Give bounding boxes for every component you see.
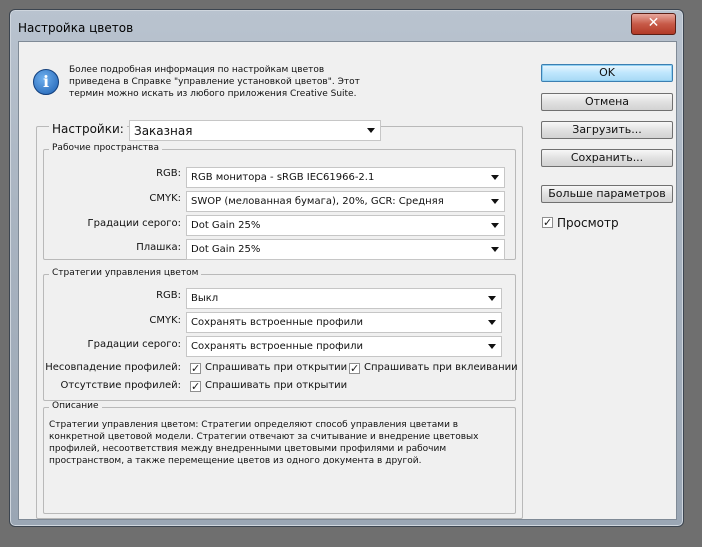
info-line: Более подробная информация по настройкам… (69, 65, 325, 75)
title-bar[interactable]: Настройка цветов ✕ (10, 10, 683, 40)
policy-rgb-select[interactable]: Выкл (186, 288, 502, 309)
description-text: Стратегии управления цветом: Стратегии о… (49, 419, 478, 467)
workspace-spot-label: Плашка: (136, 242, 181, 253)
policy-rgb-label: RGB: (156, 290, 181, 301)
description-line: Стратегии управления цветом: Стратегии о… (49, 420, 459, 430)
cancel-button[interactable]: Отмена (541, 93, 673, 111)
policy-cmyk-label: CMYK: (149, 315, 181, 326)
policy-cmyk-value: Сохранять встроенные профили (191, 317, 364, 328)
policy-rgb-value: Выкл (191, 293, 219, 304)
settings-preset-value: Заказная (134, 124, 193, 138)
info-text: Более подробная информация по настройкам… (69, 64, 379, 100)
chevron-down-icon (491, 247, 499, 252)
chevron-down-icon (491, 199, 499, 204)
workspace-cmyk-select[interactable]: SWOP (мелованная бумага), 20%, GCR: Сред… (186, 191, 505, 212)
dialog-body: i Более подробная информация по настройк… (18, 41, 677, 520)
workspace-gray-select[interactable]: Dot Gain 25% (186, 215, 505, 236)
workspace-cmyk-label: CMYK: (149, 193, 181, 204)
workspace-spot-value: Dot Gain 25% (191, 244, 261, 255)
profile-missing-label: Отсутствие профилей: (60, 380, 181, 391)
chevron-down-icon (488, 344, 496, 349)
window-title: Настройка цветов (18, 21, 134, 35)
chevron-down-icon (367, 128, 375, 133)
workspace-rgb-select[interactable]: RGB монитора - sRGB IEC61966-2.1 (186, 167, 505, 188)
mismatch-ask-paste-label[interactable]: Спрашивать при вклеивании (364, 362, 518, 373)
load-button[interactable]: Загрузить... (541, 121, 673, 139)
workspace-spot-select[interactable]: Dot Gain 25% (186, 239, 505, 260)
profile-mismatch-label: Несовпадение профилей: (45, 362, 181, 373)
workspace-cmyk-value: SWOP (мелованная бумага), 20%, GCR: Сред… (191, 196, 444, 207)
workspace-rgb-value: RGB монитора - sRGB IEC61966-2.1 (191, 172, 375, 183)
info-icon: i (33, 69, 59, 95)
close-button[interactable]: ✕ (631, 13, 676, 35)
mismatch-ask-paste-checkbox[interactable]: ✓ (349, 363, 360, 374)
more-options-button[interactable]: Больше параметров (541, 185, 673, 203)
workspace-rgb-label: RGB: (156, 168, 181, 179)
color-settings-dialog: Настройка цветов ✕ i Более подробная инф… (9, 9, 684, 527)
missing-ask-open-checkbox[interactable]: ✓ (190, 381, 201, 392)
ok-button[interactable]: OK (541, 64, 673, 82)
workspace-gray-label: Градации серого: (87, 218, 181, 229)
settings-label: Настройки: (49, 122, 127, 136)
mismatch-ask-open-checkbox[interactable]: ✓ (190, 363, 201, 374)
chevron-down-icon (491, 175, 499, 180)
description-line: пространством, а также перемещение цвето… (49, 456, 422, 466)
policy-gray-select[interactable]: Сохранять встроенные профили (186, 336, 502, 357)
chevron-down-icon (491, 223, 499, 228)
working-spaces-legend: Рабочие пространства (49, 143, 162, 153)
preview-label[interactable]: Просмотр (557, 216, 619, 230)
workspace-gray-value: Dot Gain 25% (191, 220, 261, 231)
description-line: конкретной цветовой модели. Стратегии от… (49, 432, 479, 442)
color-policies-legend: Стратегии управления цветом (49, 268, 202, 278)
mismatch-ask-open-label[interactable]: Спрашивать при открытии (205, 362, 347, 373)
missing-ask-open-label[interactable]: Спрашивать при открытии (205, 380, 347, 391)
description-legend: Описание (49, 401, 102, 411)
save-button[interactable]: Сохранить... (541, 149, 673, 167)
policy-gray-label: Градации серого: (87, 339, 181, 350)
chevron-down-icon (488, 320, 496, 325)
description-line: профилей, несоответствия между внедренны… (49, 444, 447, 454)
policy-cmyk-select[interactable]: Сохранять встроенные профили (186, 312, 502, 333)
close-icon: ✕ (647, 15, 660, 31)
preview-checkbox[interactable]: ✓ (542, 217, 553, 228)
info-line: термин можно искать из любого приложения… (69, 89, 357, 99)
policy-gray-value: Сохранять встроенные профили (191, 341, 364, 352)
settings-preset-select[interactable]: Заказная (129, 120, 381, 141)
chevron-down-icon (488, 296, 496, 301)
info-line: приведена в Справке "управление установк… (69, 77, 360, 87)
